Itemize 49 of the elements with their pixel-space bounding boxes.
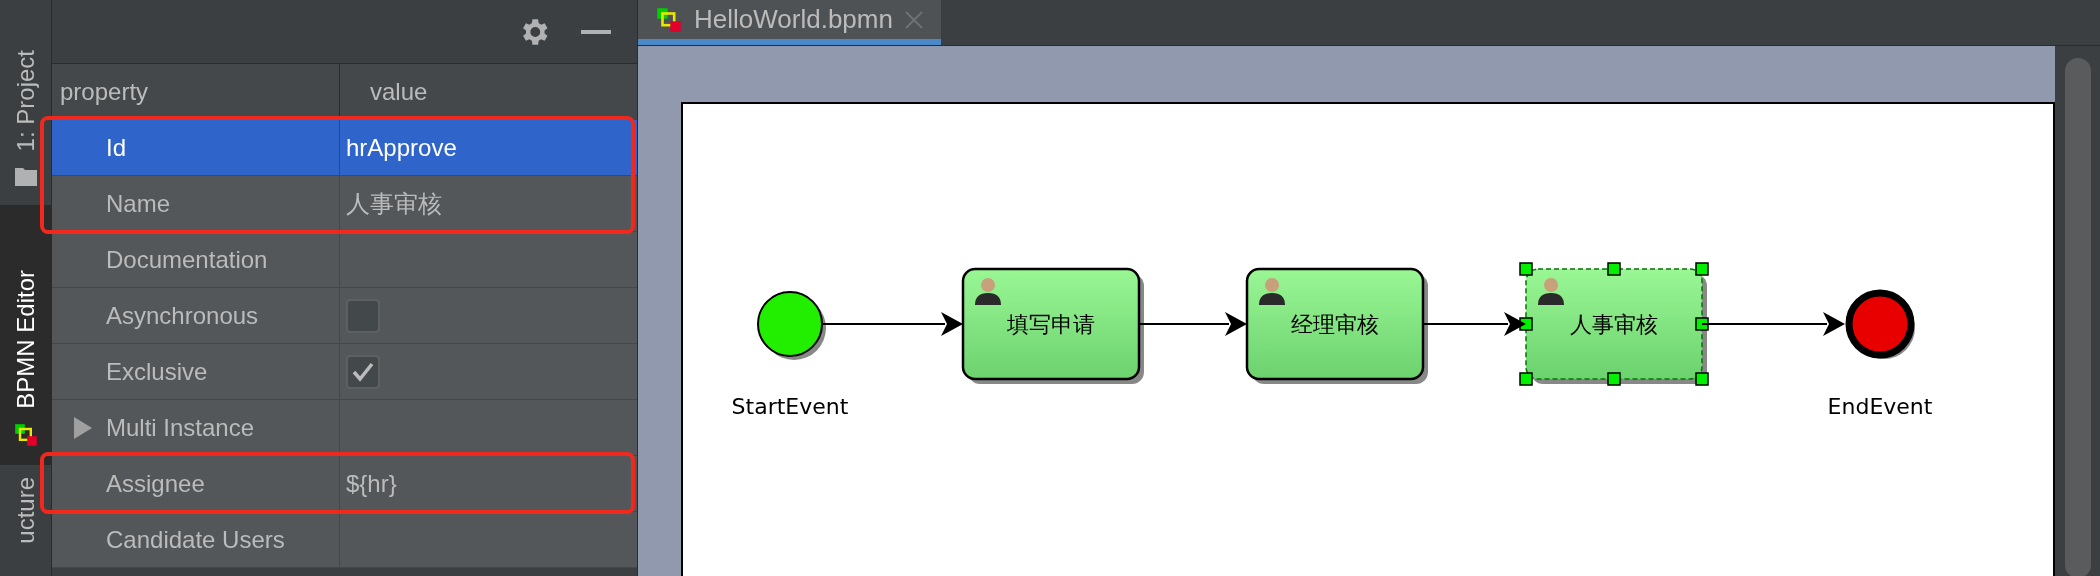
editor-tab[interactable]: HelloWorld.bpmn [638, 0, 941, 45]
property-name: Name [106, 188, 171, 219]
task-label: 人事审核 [1570, 312, 1658, 337]
person-icon [975, 278, 1001, 305]
property-value: ${hr} [346, 468, 397, 499]
property-row[interactable]: Documentation [52, 232, 637, 288]
property-name: Multi Instance [106, 412, 255, 443]
event-label: StartEvent [731, 394, 849, 419]
property-name: Asynchronous [106, 300, 259, 331]
property-row[interactable]: Id hrApprove [52, 120, 637, 176]
property-name: Exclusive [106, 356, 208, 387]
selection-handles[interactable] [1519, 262, 1709, 386]
person-icon [1259, 278, 1285, 305]
sequence-flow[interactable] [822, 312, 963, 336]
user-task[interactable] [961, 267, 1141, 381]
checkbox[interactable] [346, 298, 380, 333]
sequence-flow[interactable] [1138, 312, 1247, 336]
property-value: hrApprove [346, 132, 457, 163]
user-task[interactable] [1525, 268, 1703, 380]
scrollbar[interactable] [2064, 58, 2091, 576]
property-name: Id [106, 132, 126, 163]
column-header: value [370, 77, 428, 107]
task-label: 经理审核 [1291, 312, 1379, 337]
tool-window-tab[interactable]: BPMN Editor [0, 205, 51, 465]
bpmn-icon [656, 6, 682, 33]
property-row[interactable]: Exclusive [52, 344, 637, 400]
minimize-icon[interactable] [581, 28, 611, 35]
task-label: 填写申请 [1007, 312, 1095, 337]
property-row[interactable]: Candidate Users [52, 512, 637, 568]
checkbox[interactable] [346, 354, 380, 389]
start-event[interactable] [757, 291, 823, 357]
property-row[interactable]: Name 人事审核 [52, 176, 637, 232]
expand-arrow-icon[interactable] [72, 416, 92, 439]
column-header: property [60, 77, 149, 107]
property-name: Candidate Users [106, 524, 285, 555]
property-name: Documentation [106, 244, 268, 275]
folder-icon [13, 165, 38, 187]
property-row[interactable]: Asynchronous [52, 288, 637, 344]
sequence-flow[interactable] [1701, 312, 1845, 336]
property-row[interactable]: Assignee ${hr} [52, 456, 637, 512]
user-task[interactable] [1245, 267, 1425, 381]
end-event[interactable] [1845, 289, 1915, 359]
person-icon [1538, 278, 1564, 305]
property-row[interactable]: Multi Instance [52, 400, 637, 456]
sequence-flow[interactable] [1422, 312, 1526, 336]
event-label: EndEvent [1827, 394, 1933, 419]
property-value: 人事审核 [346, 188, 442, 219]
bpmn-icon [13, 423, 38, 447]
property-name: Assignee [106, 468, 205, 499]
